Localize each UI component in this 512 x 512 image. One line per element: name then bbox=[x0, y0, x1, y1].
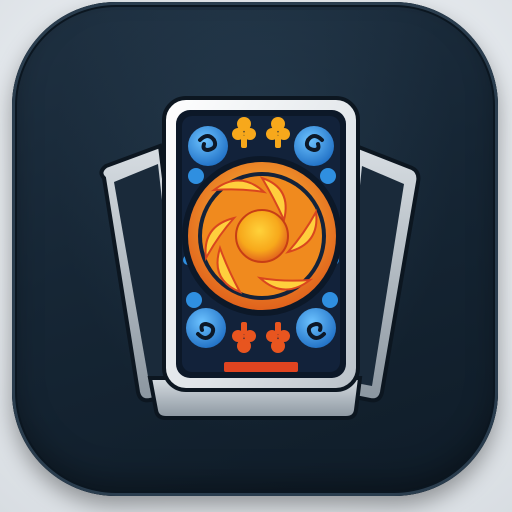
sun-core bbox=[235, 209, 289, 263]
card-bottom-stripe bbox=[224, 362, 298, 372]
sun-medallion bbox=[182, 156, 342, 316]
card-deck-emblem bbox=[99, 96, 421, 420]
icon-canvas bbox=[0, 0, 512, 512]
